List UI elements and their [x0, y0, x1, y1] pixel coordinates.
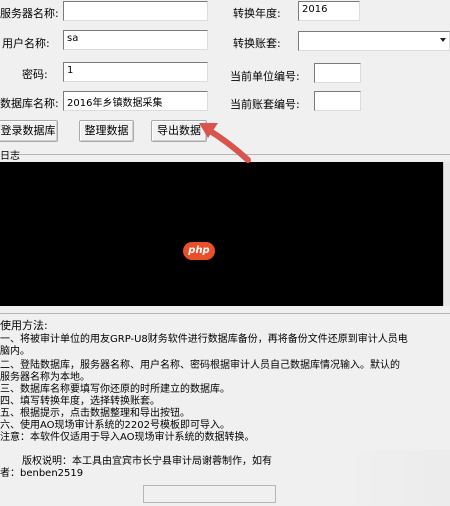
user-name-input[interactable]: sa: [63, 30, 208, 50]
login-database-button[interactable]: 登录数据库: [0, 120, 58, 142]
usage-line: 六、使用AO现场审计系统的2202号模板即可导入。: [0, 420, 230, 431]
usage-line: 五、根据提示，点击数据整理和导出按钮。: [0, 408, 190, 419]
year-input[interactable]: 2016: [298, 1, 360, 21]
usage-line: 一、将被审计单位的用友GRP-U8财务软件进行数据库备份，再将备份文件还原到审计…: [0, 334, 408, 345]
organize-data-button[interactable]: 整理数据: [79, 120, 134, 142]
unit-code-input[interactable]: [314, 63, 361, 83]
usage-instructions: 使用方法: 一、将被审计单位的用友GRP-U8财务软件进行数据库备份，再将备份文…: [0, 316, 450, 456]
database-name-input[interactable]: 2016年乡镇数据采集: [63, 91, 208, 111]
usage-group-border: [0, 313, 450, 314]
unit-code-label: 当前单位编号:: [230, 70, 300, 83]
author-text: 者：benben2519: [0, 468, 84, 479]
usage-line: 三、数据库名称要填写你还原的时所建立的数据库。: [0, 384, 230, 395]
set-code-input[interactable]: [314, 91, 361, 111]
database-name-label: 数据库名称:: [0, 97, 59, 110]
password-input[interactable]: 1: [63, 62, 208, 82]
status-field: [143, 485, 276, 503]
set-code-label: 当前账套编号:: [230, 98, 300, 111]
usage-line: 注意：本软件仅适用于导入AO现场审计系统的数据转换。: [0, 432, 255, 443]
usage-title: 使用方法:: [0, 319, 48, 332]
user-name-label: 用户名称:: [2, 37, 50, 50]
usage-line: 服务器名称为本地。: [0, 372, 90, 383]
year-label: 转换年度:: [233, 7, 281, 20]
log-group-border: [16, 154, 450, 155]
usage-line: 四、填写转换年度，选择转换账套。: [0, 396, 160, 407]
usage-line: 二、登陆数据库，服务器名称、用户名称、密码根据审计人员自己数据库情况输入。默认的: [0, 360, 400, 371]
php-logo: php: [183, 242, 215, 260]
password-label: 密码:: [22, 68, 48, 81]
log-label: 日志: [0, 151, 20, 162]
account-set-label: 转换账套:: [233, 37, 281, 50]
account-set-select[interactable]: [298, 31, 450, 51]
chevron-down-icon: [439, 36, 447, 47]
usage-line: 脑内。: [0, 346, 30, 357]
corner-watermark: [340, 450, 450, 506]
server-name-label: 服务器名称:: [0, 7, 59, 20]
log-scrollbar[interactable]: [443, 162, 450, 306]
log-console[interactable]: [0, 162, 443, 306]
export-data-button[interactable]: 导出数据: [151, 120, 207, 142]
server-name-input[interactable]: [63, 1, 208, 21]
